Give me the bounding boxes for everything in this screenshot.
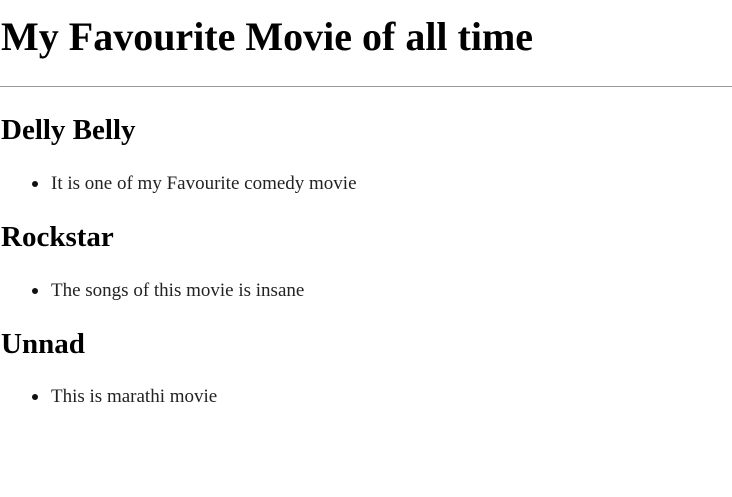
list-item: The songs of this movie is insane (0, 279, 304, 303)
movie-title: Rockstar (1, 221, 114, 253)
movie-title: Delly Belly (1, 114, 136, 146)
movie-point-text: It is one of my Favourite comedy movie (51, 173, 357, 194)
movie-points-list: The songs of this movie is insane (0, 279, 304, 303)
page-title: My Favourite Movie of all time (1, 14, 534, 59)
horizontal-divider (0, 86, 732, 87)
movie-point-text: The songs of this movie is insane (51, 280, 305, 301)
list-item: This is marathi movie (0, 385, 217, 409)
movie-points-list: This is marathi movie (0, 385, 217, 409)
bullet-icon (32, 288, 38, 294)
list-item: It is one of my Favourite comedy movie (0, 172, 357, 196)
movie-point-text: This is marathi movie (51, 386, 218, 407)
bullet-icon (32, 394, 38, 400)
movie-points-list: It is one of my Favourite comedy movie (0, 172, 357, 196)
bullet-icon (32, 181, 38, 187)
movie-title: Unnad (1, 328, 85, 360)
